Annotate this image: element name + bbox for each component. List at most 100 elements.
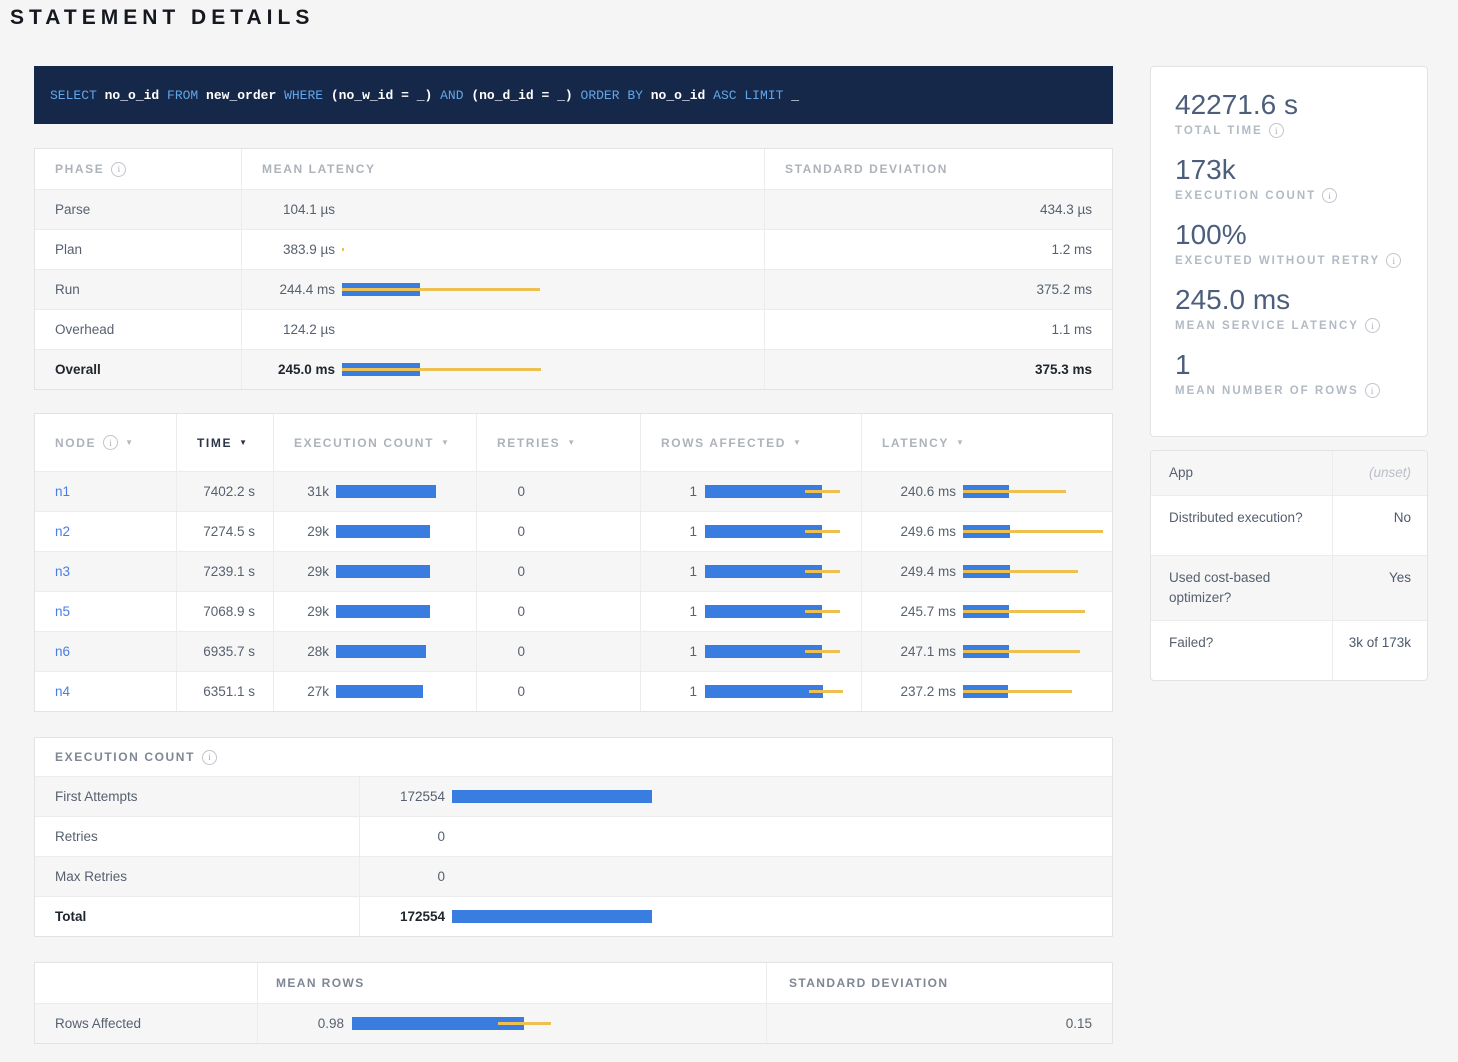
summary-stats-card: 42271.6 s TOTAL TIMEi 173k EXECUTION COU…	[1150, 66, 1428, 437]
table-row: Parse 104.1 µs 434.3 µs	[35, 189, 1112, 229]
count-value: 172554	[360, 909, 445, 924]
sort-arrow-icon[interactable]: ▼	[567, 438, 575, 447]
stat-label-text: EXECUTED WITHOUT RETRY	[1175, 255, 1380, 267]
info-icon[interactable]: i	[111, 162, 126, 177]
phase-label: Parse	[35, 190, 241, 229]
execution-count-value: 29k	[274, 564, 329, 579]
column-header-label: NODE	[55, 436, 96, 450]
column-header-rows-affected[interactable]: ROWS AFFECTED▼	[640, 414, 861, 471]
stdev-value: 375.3 ms	[764, 350, 1112, 389]
time-value: 6351.1 s	[176, 672, 273, 711]
node-cell: n4	[35, 672, 176, 711]
rows-affected-value: 1	[641, 644, 697, 659]
info-icon[interactable]: i	[103, 435, 118, 450]
latency-cell: 240.6 ms	[861, 472, 1112, 511]
mean-latency-value: 245.0 ms	[248, 362, 335, 377]
stat-value: 245.0 ms	[1175, 283, 1403, 316]
stat-mean-number-of-rows: 1 MEAN NUMBER OF ROWSi	[1175, 348, 1403, 398]
execution-count-cell: 27k	[273, 672, 476, 711]
column-header-label: PHASE	[55, 162, 104, 176]
node-link[interactable]: n5	[55, 604, 70, 619]
phase-label: Overhead	[35, 310, 241, 349]
node-link[interactable]: n4	[55, 684, 70, 699]
execution-count-bar	[336, 485, 436, 498]
table-row-overall: Overall 245.0 ms 375.3 ms	[35, 349, 1112, 389]
retries-cell: 0	[476, 672, 640, 711]
node-link[interactable]: n2	[55, 524, 70, 539]
sort-arrow-icon[interactable]: ▼	[956, 438, 964, 447]
property-label: Failed?	[1151, 621, 1333, 680]
time-value: 7068.9 s	[176, 592, 273, 631]
latency-value: 249.6 ms	[870, 524, 956, 539]
table-row: n2 7274.5 s 29k 0 1 249.6 ms	[35, 511, 1112, 551]
sql-identifier: no_o_id	[651, 88, 713, 103]
latency-value: 249.4 ms	[870, 564, 956, 579]
column-header-label: MEAN LATENCY	[262, 162, 376, 176]
rows-affected-value: 1	[641, 524, 697, 539]
rows-affected-value: 1	[641, 684, 697, 699]
sort-arrow-icon[interactable]: ▼	[125, 438, 133, 447]
retries-cell: 0	[476, 592, 640, 631]
mean-latency-cell: 244.4 ms	[241, 270, 764, 309]
execution-count-bar	[336, 605, 430, 618]
execution-count-bar	[336, 645, 426, 658]
phase-label: Plan	[35, 230, 241, 269]
rows-affected-bar	[705, 485, 840, 498]
time-value: 7239.1 s	[176, 552, 273, 591]
column-header-time[interactable]: TIME ▼	[176, 414, 273, 471]
node-cell: n6	[35, 632, 176, 671]
property-value: 3k of 173k	[1333, 621, 1427, 680]
sql-identifier: new_order	[206, 88, 284, 103]
sort-arrow-icon[interactable]: ▼	[239, 438, 247, 447]
column-header-retries[interactable]: RETRIES▼	[476, 414, 640, 471]
latency-bar	[963, 565, 1078, 578]
sql-identifier: _	[791, 88, 799, 103]
column-header-label: TIME	[197, 436, 232, 450]
stdev-value: 0.15	[766, 1004, 1112, 1043]
sql-keyword: WHERE	[284, 88, 331, 103]
stat-label: EXECUTION COUNTi	[1175, 188, 1403, 203]
table-row: Max Retries 0	[35, 856, 1112, 896]
latency-cell: 249.6 ms	[861, 512, 1112, 551]
retries-value: 0	[477, 564, 525, 579]
info-icon[interactable]: i	[202, 750, 217, 765]
info-icon[interactable]: i	[1365, 318, 1380, 333]
sql-keyword: AND	[440, 88, 471, 103]
rows-affected-cell: 1	[640, 472, 861, 511]
info-icon[interactable]: i	[1365, 383, 1380, 398]
latency-cell: 247.1 ms	[861, 632, 1112, 671]
rows-affected-cell: 1	[640, 672, 861, 711]
column-header-standard-deviation: STANDARD DEVIATION	[764, 149, 1112, 189]
column-header-label: STANDARD DEVIATION	[789, 976, 948, 990]
table-row: Run 244.4 ms 375.2 ms	[35, 269, 1112, 309]
stat-mean-service-latency: 245.0 ms MEAN SERVICE LATENCYi	[1175, 283, 1403, 333]
execution-count-header: EXECUTION COUNTi	[35, 738, 1112, 776]
column-header-label: MEAN ROWS	[276, 976, 365, 990]
rows-affected-table: MEAN ROWS STANDARD DEVIATION Rows Affect…	[34, 962, 1113, 1044]
node-link[interactable]: n3	[55, 564, 70, 579]
sort-arrow-icon[interactable]: ▼	[441, 438, 449, 447]
column-header-node[interactable]: NODE i ▼	[35, 414, 176, 471]
latency-bar	[342, 243, 344, 256]
stdev-value: 434.3 µs	[764, 190, 1112, 229]
mean-latency-cell: 245.0 ms	[241, 350, 764, 389]
node-link[interactable]: n6	[55, 644, 70, 659]
stdev-value: 375.2 ms	[764, 270, 1112, 309]
table-row: n6 6935.7 s 28k 0 1 247.1 ms	[35, 631, 1112, 671]
execution-count-bar	[336, 565, 430, 578]
mean-latency-value: 124.2 µs	[248, 322, 335, 337]
node-link[interactable]: n1	[55, 484, 70, 499]
info-icon[interactable]: i	[1322, 188, 1337, 203]
column-header-latency[interactable]: LATENCY▼	[861, 414, 1112, 471]
rows-affected-bar	[705, 645, 840, 658]
execution-count-table: EXECUTION COUNTi First Attempts 172554 R…	[34, 737, 1113, 937]
column-header-label: STANDARD DEVIATION	[785, 162, 948, 176]
sort-arrow-icon[interactable]: ▼	[793, 438, 801, 447]
execution-count-value: 29k	[274, 524, 329, 539]
phase-label: Overall	[35, 350, 241, 389]
mean-latency-value: 383.9 µs	[248, 242, 335, 257]
info-icon[interactable]: i	[1386, 253, 1401, 268]
column-header-execution-count[interactable]: EXECUTION COUNT▼	[273, 414, 476, 471]
count-value: 0	[360, 829, 445, 844]
info-icon[interactable]: i	[1269, 123, 1284, 138]
